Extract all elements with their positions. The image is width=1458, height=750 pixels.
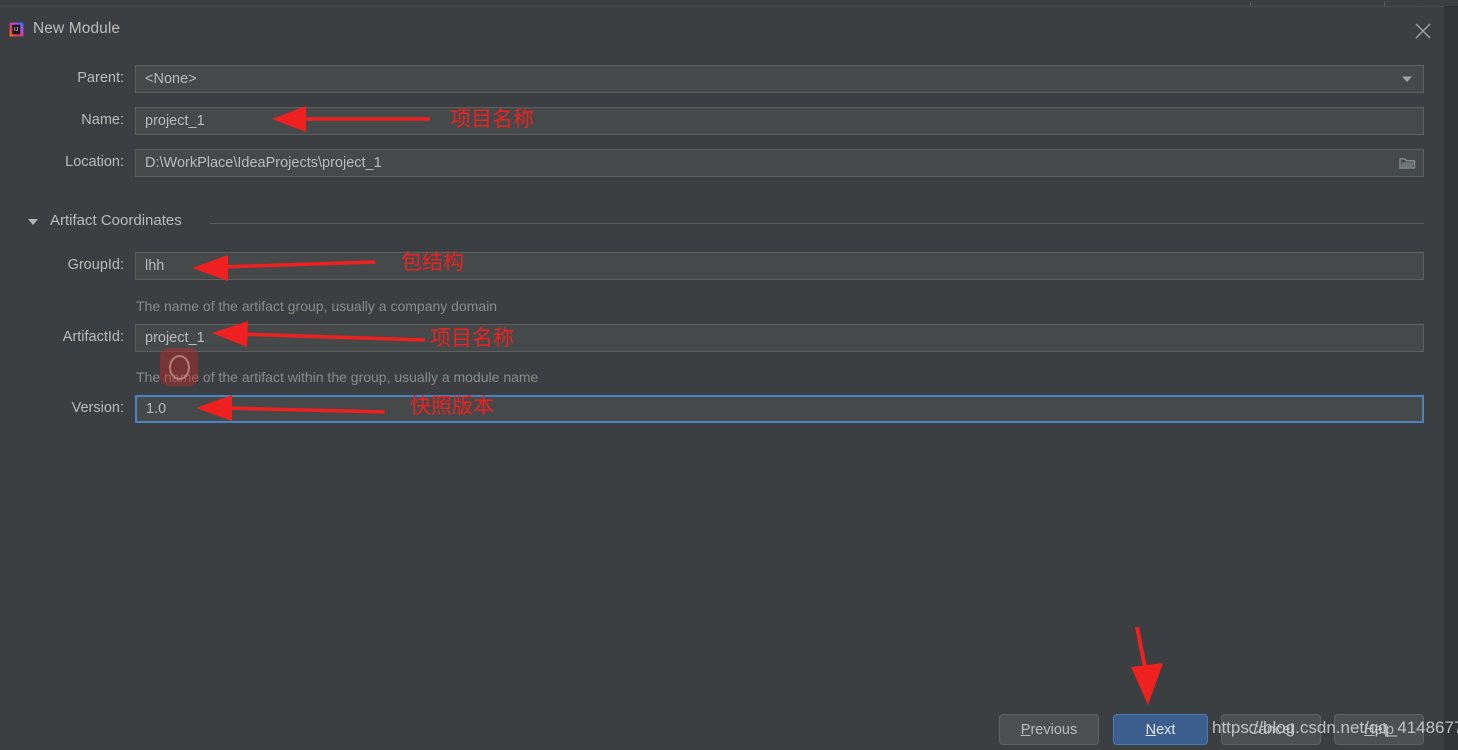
label-name: Name: — [81, 112, 124, 128]
screen: Add Configuration... — [0, 0, 1458, 750]
watermark: https://blog.csdn.net/qq_41486775 — [1212, 718, 1458, 737]
location-value: D:\WorkPlace\IdeaProjects\project_1 — [145, 155, 382, 171]
label-version: Version: — [71, 400, 124, 416]
group-title: Artifact Coordinates — [50, 212, 182, 229]
group-divider — [210, 223, 1424, 224]
groupid-input[interactable]: lhh — [135, 252, 1424, 280]
intellij-idea-icon: IJ — [9, 22, 24, 37]
hint-groupid: The name of the artifact group, usually … — [136, 298, 498, 314]
label-parent: Parent: — [77, 70, 124, 86]
next-label-rest: ext — [1156, 721, 1176, 738]
dialog-titlebar: IJ New Module — [0, 7, 1444, 43]
new-module-dialog: IJ New Module Parent: <None> Name: proje… — [0, 6, 1444, 750]
dialog-title: New Module — [33, 20, 121, 37]
previous-mnemonic: P — [1020, 721, 1031, 738]
label-artifactid: ArtifactId: — [62, 329, 124, 345]
artifactid-input[interactable]: project_1 — [135, 324, 1424, 352]
svg-text:IJ: IJ — [14, 27, 18, 33]
triangle-down-icon[interactable] — [28, 219, 38, 225]
hint-artifactid: The name of the artifact within the grou… — [136, 369, 539, 385]
artifact-coordinates-group-header[interactable]: Artifact Coordinates — [28, 212, 1424, 234]
previous-button[interactable]: Previous — [999, 714, 1099, 745]
parent-value: <None> — [145, 71, 197, 87]
location-input[interactable]: D:\WorkPlace\IdeaProjects\project_1 — [135, 149, 1424, 177]
next-mnemonic: N — [1145, 721, 1157, 738]
chevron-down-icon[interactable] — [1391, 66, 1423, 92]
parent-combobox[interactable]: <None> — [135, 65, 1424, 93]
label-location: Location: — [65, 154, 124, 170]
next-button[interactable]: Next — [1113, 714, 1208, 745]
close-icon[interactable] — [1412, 20, 1434, 42]
name-input[interactable]: project_1 — [135, 107, 1424, 135]
version-input[interactable]: 1.0 — [135, 395, 1424, 423]
label-groupid: GroupId: — [67, 257, 124, 273]
folder-icon[interactable] — [1391, 150, 1423, 176]
previous-label-rest: revious — [1030, 721, 1078, 738]
dialog-right-edge — [1444, 6, 1458, 750]
